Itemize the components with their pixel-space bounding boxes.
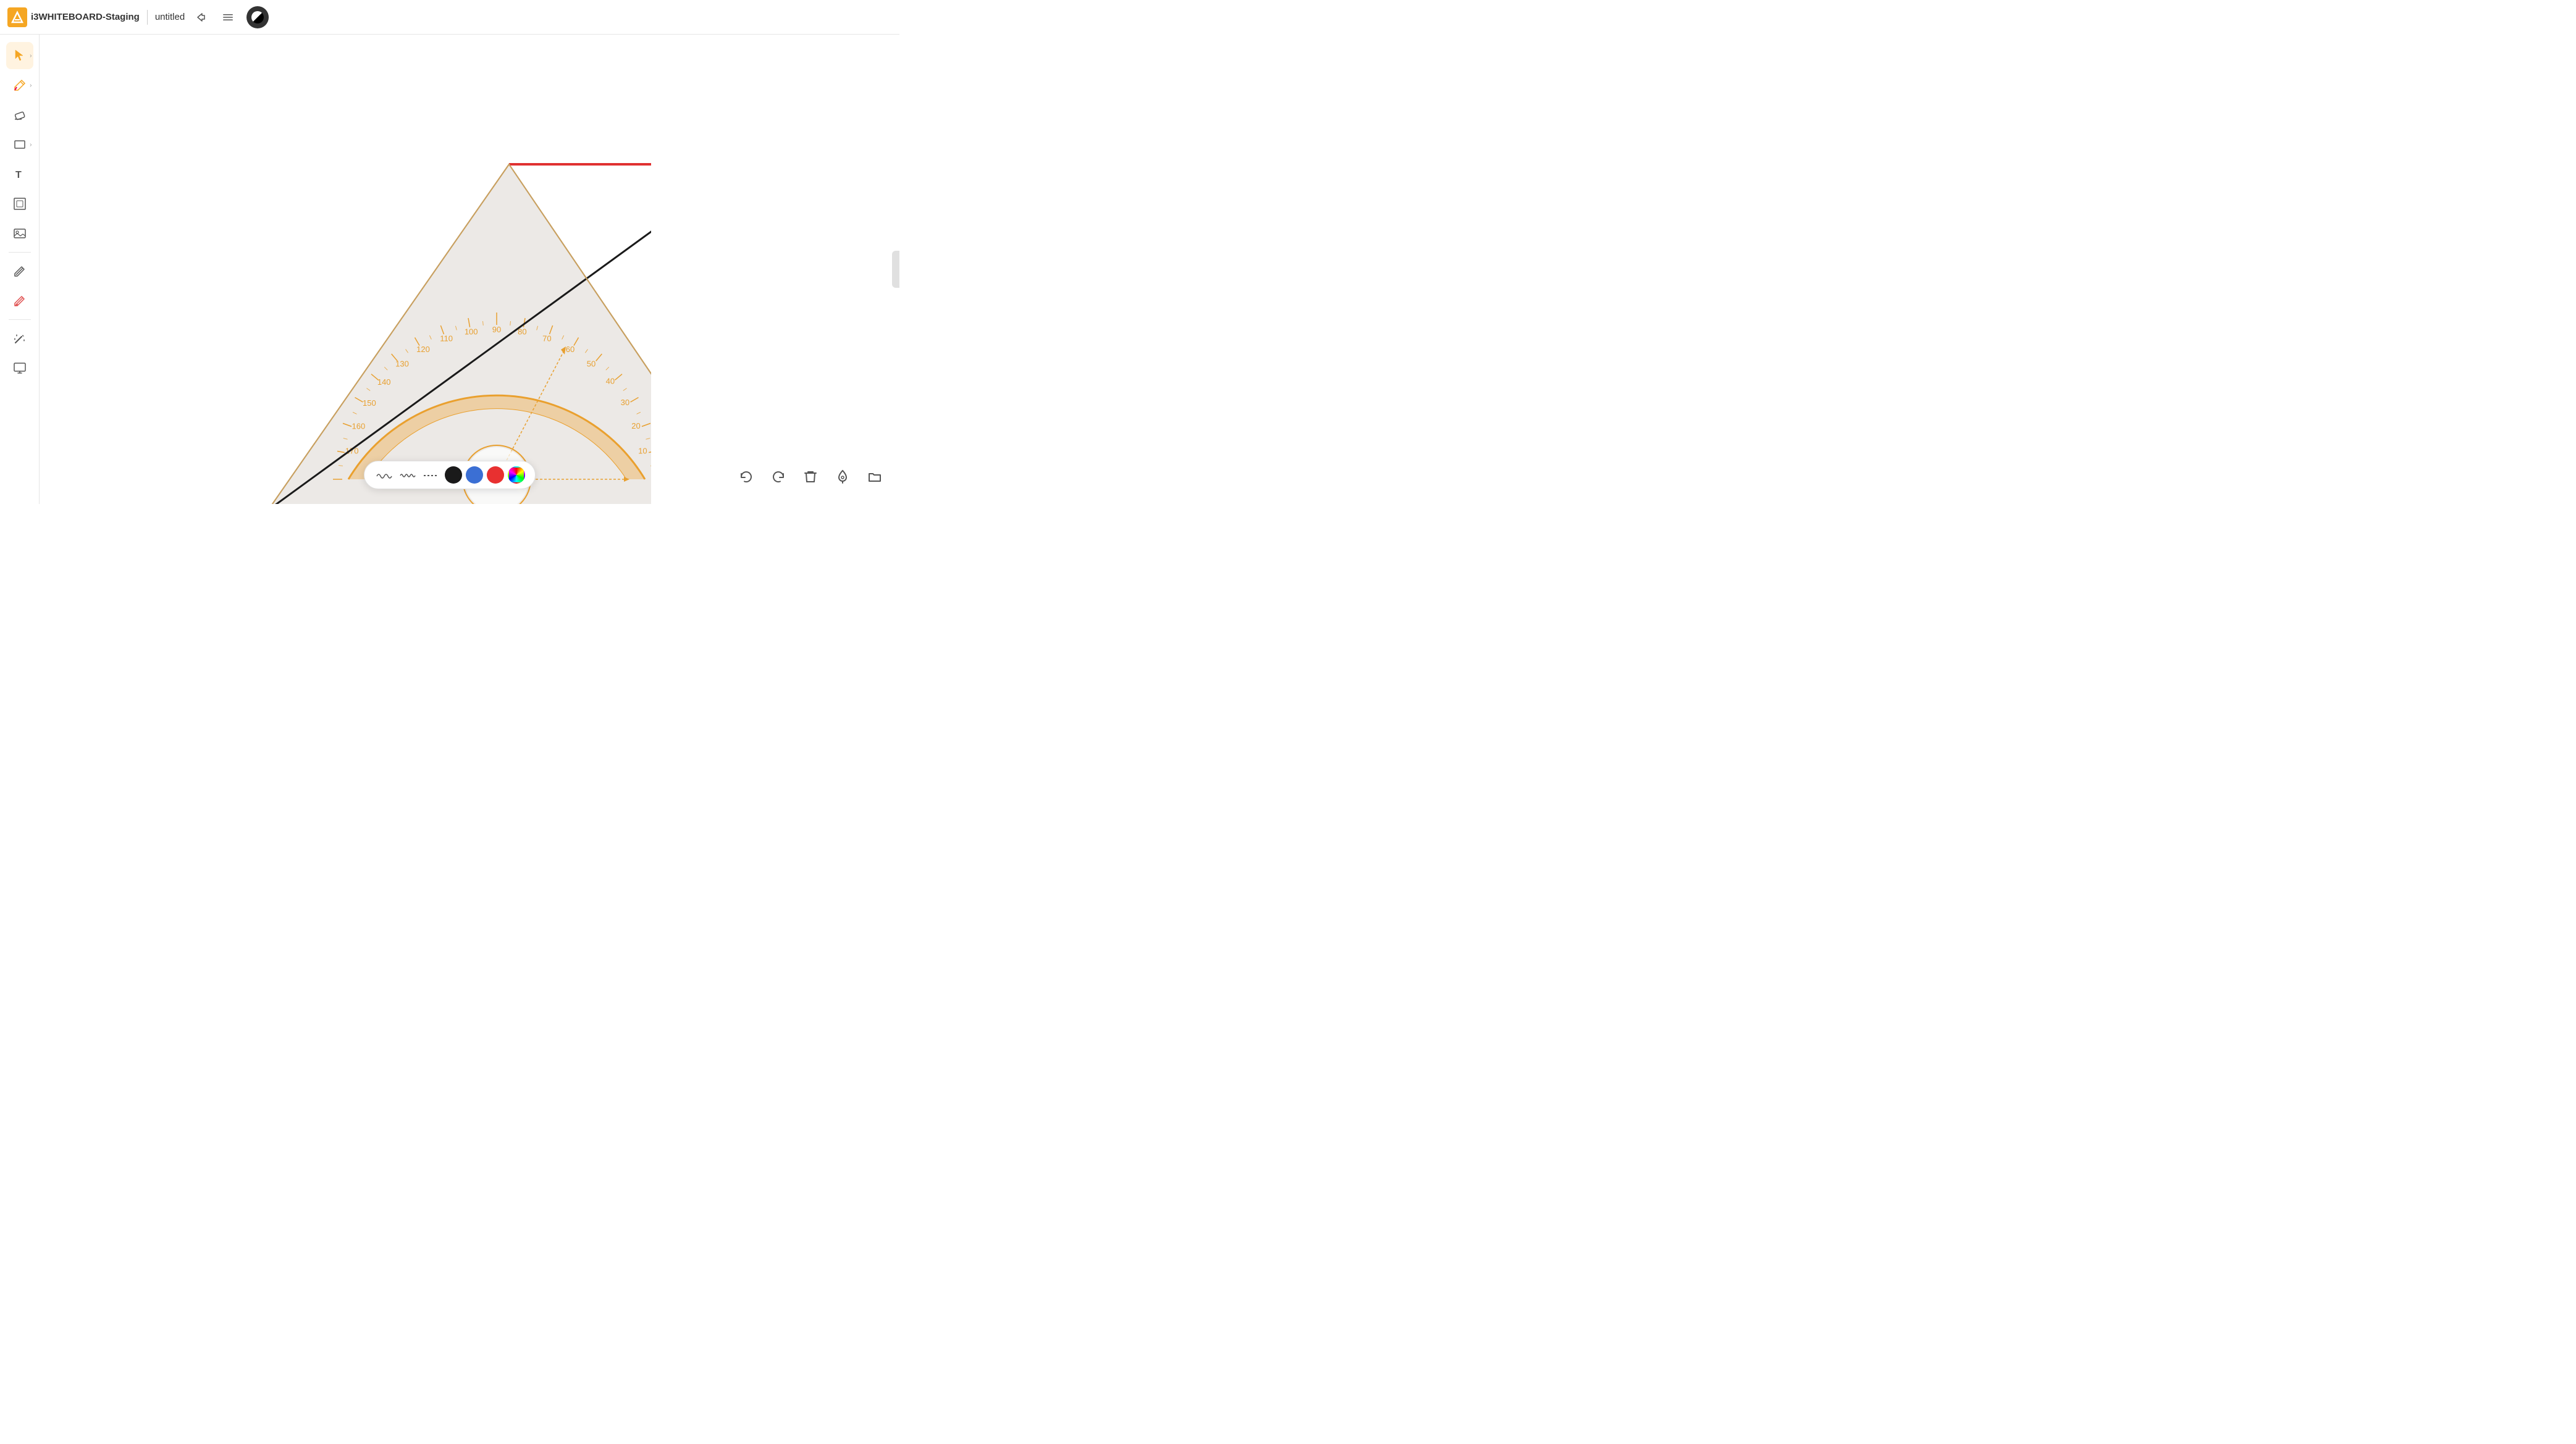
undo-button[interactable] <box>734 464 759 489</box>
sidebar-tool-magic[interactable] <box>6 325 33 352</box>
sidebar-separator-1 <box>9 252 31 253</box>
logo: i3WHITEBOARD-Staging <box>7 7 140 27</box>
sidebar-tool-shape[interactable]: › <box>6 131 33 158</box>
sidebar-tool-text[interactable]: T <box>6 161 33 188</box>
sidebar-tool-pen[interactable]: › <box>6 72 33 99</box>
color-picker[interactable] <box>508 466 525 484</box>
shape-chevron: › <box>30 141 32 148</box>
color-red[interactable] <box>487 466 504 484</box>
svg-text:10: 10 <box>638 446 647 455</box>
svg-text:160: 160 <box>352 422 366 431</box>
color-blue[interactable] <box>466 466 483 484</box>
svg-text:20: 20 <box>631 421 640 430</box>
sidebar-tool-highlight[interactable] <box>6 287 33 314</box>
sidebar-tool-eraser[interactable] <box>6 101 33 128</box>
svg-text:120: 120 <box>416 345 430 354</box>
stroke-style-dashed[interactable] <box>421 468 441 482</box>
pen-chevron: › <box>30 82 32 89</box>
svg-text:8: 8 <box>625 255 628 262</box>
app-title: i3WHITEBOARD-Staging <box>31 12 140 22</box>
svg-text:30: 30 <box>621 398 629 407</box>
svg-text:T: T <box>15 170 22 180</box>
menu-button[interactable] <box>217 9 239 26</box>
stroke-style-tight-wavy[interactable] <box>398 468 418 482</box>
sidebar-tool-select[interactable]: › <box>6 42 33 69</box>
theme-toggle-icon <box>251 11 264 23</box>
color-black[interactable] <box>445 466 462 484</box>
right-panel-handle[interactable] <box>892 251 899 288</box>
logo-icon <box>7 7 27 27</box>
sidebar-tool-image[interactable] <box>6 220 33 247</box>
header-divider <box>147 10 148 25</box>
theme-toggle-button[interactable] <box>246 6 269 28</box>
doc-title[interactable]: untitled <box>155 12 185 22</box>
stroke-style-loose-wavy[interactable] <box>374 468 394 482</box>
protractor-tool[interactable]: 10 20 30 40 50 60 70 80 90 100 110 120 1… <box>206 146 651 504</box>
svg-text:110: 110 <box>440 334 453 343</box>
sidebar-tool-frame[interactable] <box>6 190 33 217</box>
delete-button[interactable] <box>798 464 823 489</box>
sidebar-tool-pencil[interactable] <box>6 258 33 285</box>
svg-text:50: 50 <box>587 359 596 369</box>
svg-text:60: 60 <box>566 345 575 354</box>
svg-text:170: 170 <box>345 447 359 456</box>
redo-button[interactable] <box>766 464 791 489</box>
sidebar-tool-screen[interactable] <box>6 355 33 382</box>
svg-text:100: 100 <box>465 327 478 337</box>
pin-button[interactable] <box>830 464 855 489</box>
sidebar-separator-2 <box>9 319 31 320</box>
folder-button[interactable] <box>862 464 887 489</box>
svg-text:7: 7 <box>640 280 644 287</box>
bottom-right-tools <box>734 464 887 489</box>
svg-text:150: 150 <box>363 398 376 408</box>
svg-text:130: 130 <box>395 359 409 369</box>
svg-text:90: 90 <box>492 325 501 334</box>
svg-text:140: 140 <box>377 377 391 387</box>
sidebar: › › › T <box>0 35 40 504</box>
share-button[interactable] <box>190 9 212 26</box>
canvas-area[interactable]: 10 20 30 40 50 60 70 80 90 100 110 120 1… <box>40 35 899 504</box>
svg-text:40: 40 <box>606 377 615 386</box>
bottom-toolbar <box>364 461 536 489</box>
svg-text:70: 70 <box>542 334 551 343</box>
select-chevron: › <box>30 52 32 59</box>
header: i3WHITEBOARD-Staging untitled <box>0 0 899 35</box>
